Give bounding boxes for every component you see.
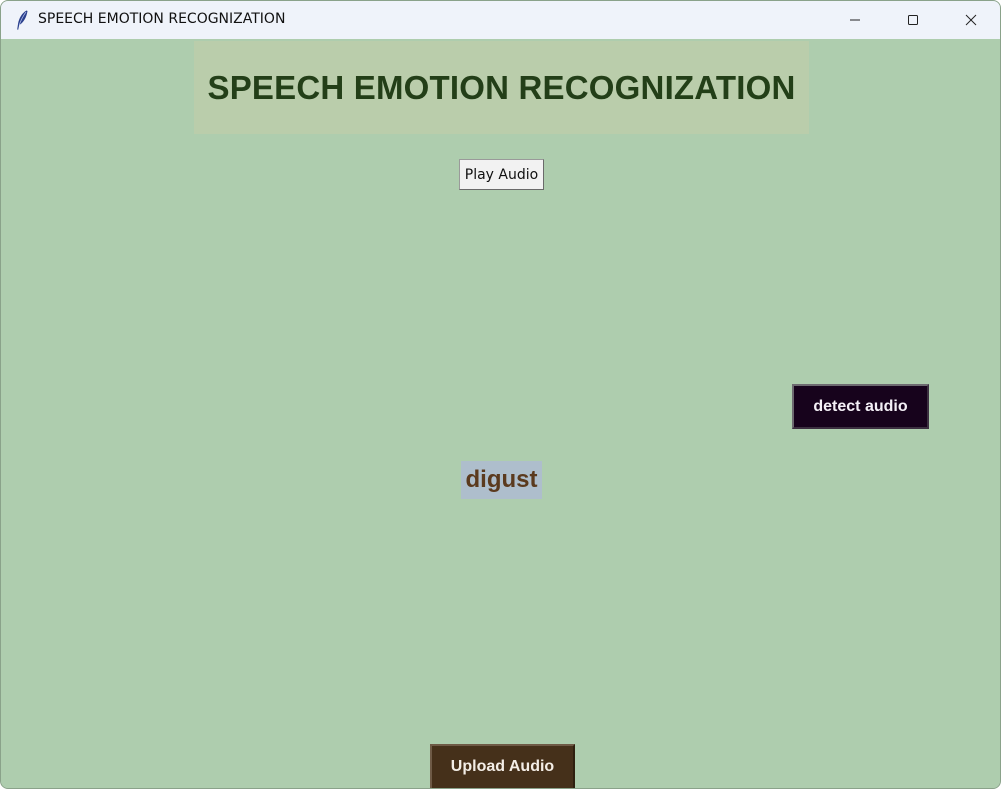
maximize-button[interactable]: [884, 1, 942, 39]
window-title: SPEECH EMOTION RECOGNIZATION: [38, 11, 286, 27]
heading-panel: SPEECH EMOTION RECOGNIZATION: [194, 41, 809, 134]
minimize-button[interactable]: [826, 1, 884, 39]
play-audio-button[interactable]: Play Audio: [459, 159, 544, 190]
app-content: SPEECH EMOTION RECOGNIZATION Play Audio …: [1, 39, 1000, 788]
app-window: SPEECH EMOTION RECOGNIZATION SPEECH EMOT…: [0, 0, 1001, 789]
emotion-result-label: digust: [461, 461, 542, 499]
maximize-icon: [907, 11, 919, 30]
detect-audio-button[interactable]: detect audio: [792, 384, 929, 429]
close-icon: [965, 11, 977, 30]
page-title: SPEECH EMOTION RECOGNIZATION: [207, 68, 796, 106]
minimize-icon: [849, 11, 861, 30]
feather-icon: [14, 9, 30, 31]
title-bar[interactable]: SPEECH EMOTION RECOGNIZATION: [1, 1, 1000, 39]
upload-audio-button[interactable]: Upload Audio: [430, 744, 575, 788]
close-button[interactable]: [942, 1, 1000, 39]
